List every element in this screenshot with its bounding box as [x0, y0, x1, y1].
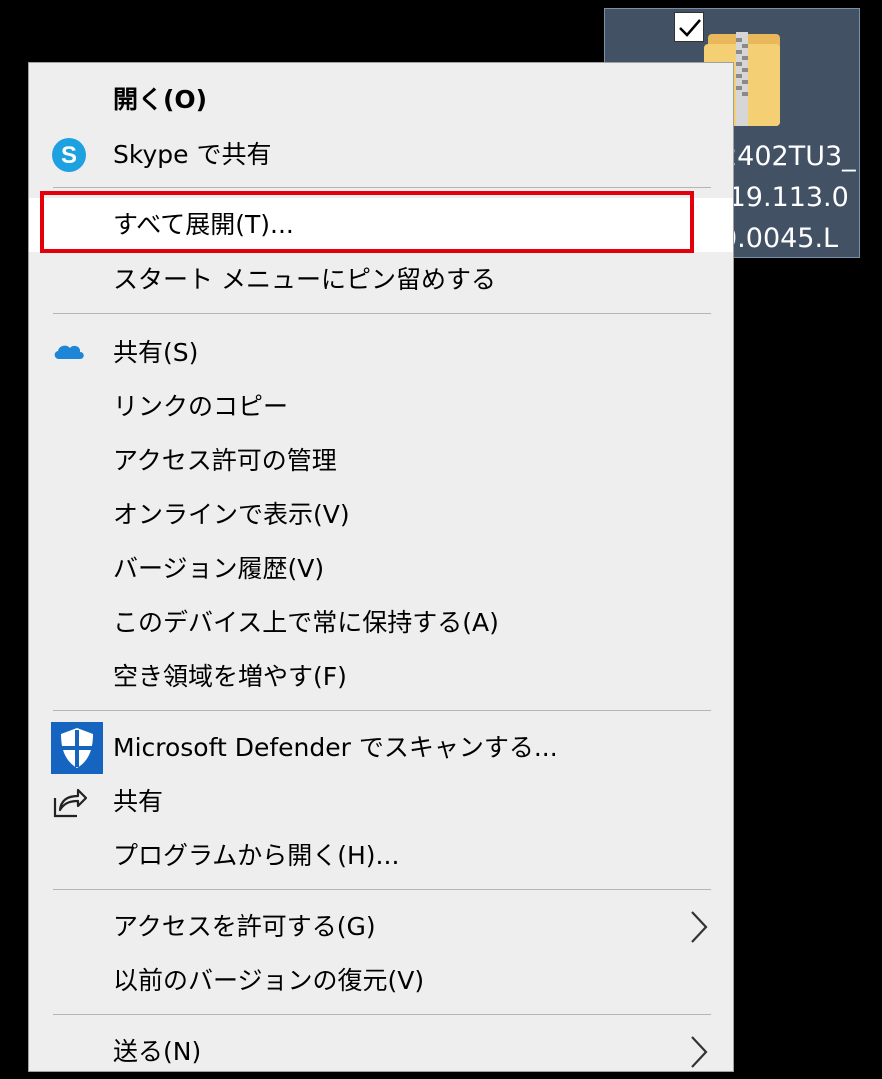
menu-item-share[interactable]: 共有 — [29, 775, 733, 829]
menu-item-restore-previous[interactable]: 以前のバージョンの復元(V) — [29, 954, 733, 1008]
checkmark-icon — [679, 19, 701, 37]
menu-item-label: オンラインで表示(V) — [113, 500, 350, 529]
menu-item-label: アクセス許可の管理 — [113, 446, 337, 475]
menu-item-label: 空き領域を増やす(F) — [113, 662, 347, 691]
chevron-right-icon — [691, 1036, 708, 1068]
menu-item-copy-link[interactable]: リンクのコピー — [29, 380, 733, 434]
share-icon — [53, 788, 87, 818]
menu-item-label: Microsoft Defender でスキャンする... — [113, 733, 558, 762]
menu-item-label: 以前のバージョンの復元(V) — [113, 966, 425, 995]
menu-separator — [53, 1014, 711, 1015]
menu-item-label: Skype で共有 — [113, 140, 272, 169]
skype-icon: S — [52, 138, 86, 172]
menu-item-label: 開く(O) — [113, 85, 208, 114]
menu-item-label: アクセスを許可する(G) — [113, 912, 376, 941]
menu-item-defender-scan[interactable]: Microsoft Defender でスキャンする... — [29, 721, 733, 775]
menu-separator — [53, 889, 711, 890]
menu-item-always-keep[interactable]: このデバイス上で常に保持する(A) — [29, 596, 733, 650]
menu-item-open[interactable]: 開く(O) — [29, 73, 733, 127]
highlight-annotation-box — [40, 191, 694, 253]
menu-item-view-online[interactable]: オンラインで表示(V) — [29, 488, 733, 542]
file-name-line-1: 2402TU3_ — [720, 141, 856, 172]
menu-item-version-history[interactable]: バージョン履歴(V) — [29, 542, 733, 596]
onedrive-cloud-icon — [54, 345, 84, 359]
menu-item-label: 共有 — [113, 787, 164, 816]
menu-item-label: 共有(S) — [113, 338, 199, 367]
chevron-right-icon — [691, 911, 708, 943]
menu-item-give-access[interactable]: アクセスを許可する(G) — [29, 900, 733, 954]
file-name-line-2: .19.113.0 — [720, 182, 849, 213]
menu-item-manage-access[interactable]: アクセス許可の管理 — [29, 434, 733, 488]
defender-shield-icon — [51, 722, 103, 774]
menu-separator — [53, 187, 711, 188]
menu-item-skype-share[interactable]: S Skype で共有 — [29, 128, 733, 182]
menu-item-label: 送る(N) — [113, 1037, 202, 1066]
menu-item-label: バージョン履歴(V) — [113, 554, 325, 583]
menu-item-pin-to-start[interactable]: スタート メニューにピン留めする — [29, 253, 733, 307]
menu-item-onedrive-share[interactable]: 共有(S) — [29, 326, 733, 380]
menu-item-free-space[interactable]: 空き領域を増やす(F) — [29, 650, 733, 704]
menu-item-label: このデバイス上で常に保持する(A) — [113, 608, 499, 637]
svg-text:S: S — [61, 142, 77, 169]
file-name-line-3: 0.0045.L — [720, 223, 839, 254]
menu-separator — [53, 313, 711, 314]
menu-item-label: プログラムから開く(H)... — [113, 841, 400, 870]
menu-separator — [53, 710, 711, 711]
menu-item-label: スタート メニューにピン留めする — [113, 265, 496, 294]
menu-item-label: リンクのコピー — [113, 392, 289, 421]
menu-item-open-with[interactable]: プログラムから開く(H)... — [29, 829, 733, 883]
menu-item-send-to[interactable]: 送る(N) — [29, 1025, 733, 1079]
